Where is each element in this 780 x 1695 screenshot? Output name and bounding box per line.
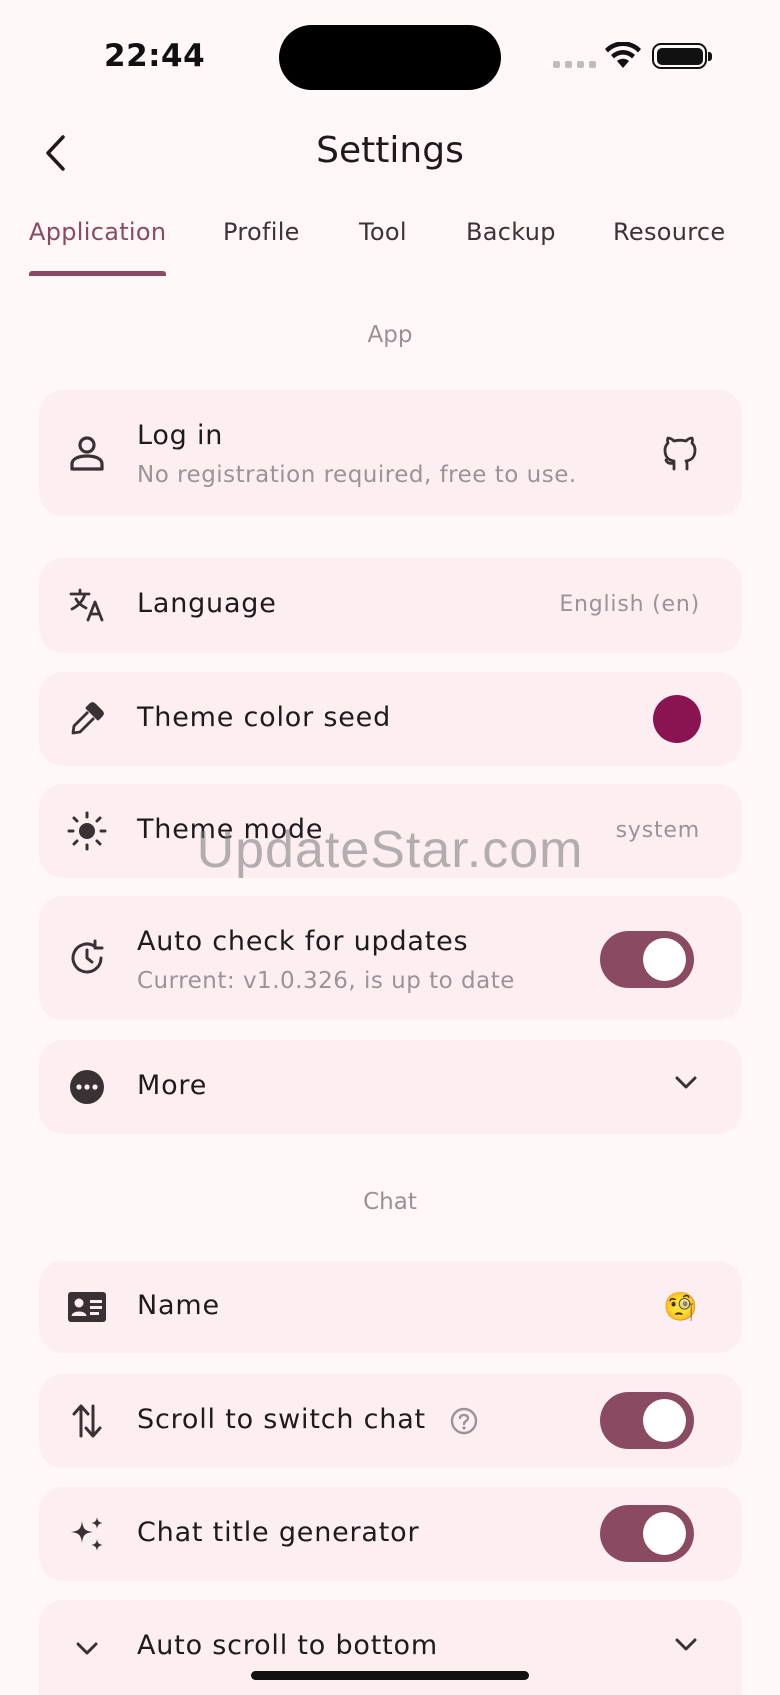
theme-mode-item[interactable]: Theme mode system bbox=[39, 784, 742, 878]
login-subtitle: No registration required, free to use. bbox=[137, 462, 577, 488]
theme-color-seed-label: Theme color seed bbox=[137, 702, 392, 733]
more-label: More bbox=[137, 1070, 208, 1101]
tab-bar: Application Profile Tool Backup Resource bbox=[0, 196, 780, 278]
app-bar: Settings bbox=[0, 110, 780, 196]
name-emoji: 🧐 bbox=[663, 1290, 698, 1323]
github-icon[interactable] bbox=[662, 433, 698, 473]
auto-update-subtitle: Current: v1.0.326, is up to date bbox=[137, 968, 515, 994]
tab-backup[interactable]: Backup bbox=[466, 218, 556, 246]
translate-icon bbox=[67, 585, 107, 625]
status-bar: 22:44 bbox=[0, 0, 780, 110]
auto-scroll-label: Auto scroll to bottom bbox=[137, 1630, 438, 1661]
theme-mode-value: system bbox=[615, 818, 700, 843]
section-header-app: App bbox=[367, 322, 413, 348]
auto-update-item: Auto check for updates Current: v1.0.326… bbox=[39, 896, 742, 1020]
name-label: Name bbox=[137, 1290, 220, 1321]
toggle-knob bbox=[643, 1399, 686, 1442]
status-time: 22:44 bbox=[104, 38, 206, 74]
tab-tool[interactable]: Tool bbox=[359, 218, 407, 246]
title-generator-item: Chat title generator bbox=[39, 1487, 742, 1581]
name-item[interactable]: Name 🧐 bbox=[39, 1261, 742, 1353]
more-horizontal-icon bbox=[67, 1067, 107, 1107]
chevron-down-small-icon bbox=[67, 1628, 107, 1668]
auto-update-toggle[interactable] bbox=[600, 931, 694, 988]
help-icon[interactable] bbox=[450, 1407, 478, 1439]
page-title: Settings bbox=[316, 130, 464, 171]
language-label: Language bbox=[137, 588, 277, 619]
section-header-chat: Chat bbox=[363, 1189, 417, 1215]
chevron-down-icon[interactable] bbox=[674, 1636, 698, 1652]
color-picker-icon bbox=[67, 699, 107, 739]
swap-vertical-icon bbox=[67, 1401, 107, 1441]
id-card-icon bbox=[67, 1287, 107, 1327]
auto-update-label: Auto check for updates bbox=[137, 926, 469, 957]
update-history-icon bbox=[67, 938, 107, 978]
auto-scroll-item[interactable]: Auto scroll to bottom bbox=[39, 1600, 742, 1695]
scroll-switch-item: Scroll to switch chat bbox=[39, 1374, 742, 1468]
theme-color-seed-item[interactable]: Theme color seed bbox=[39, 672, 742, 766]
tab-indicator bbox=[29, 271, 166, 276]
person-icon bbox=[67, 433, 107, 473]
toggle-knob bbox=[643, 1512, 686, 1555]
tab-application[interactable]: Application bbox=[29, 218, 166, 246]
tab-resource[interactable]: Resource bbox=[613, 218, 725, 246]
scroll-switch-label: Scroll to switch chat bbox=[137, 1404, 426, 1435]
theme-color-swatch[interactable] bbox=[653, 695, 701, 743]
scroll-switch-toggle[interactable] bbox=[600, 1392, 694, 1449]
theme-mode-label: Theme mode bbox=[137, 814, 324, 845]
toggle-knob bbox=[643, 938, 686, 981]
sparkles-icon bbox=[67, 1514, 107, 1554]
home-indicator[interactable] bbox=[251, 1671, 529, 1680]
sun-icon bbox=[67, 811, 107, 851]
tab-profile[interactable]: Profile bbox=[223, 218, 300, 246]
chevron-down-icon[interactable] bbox=[674, 1074, 698, 1090]
title-generator-toggle[interactable] bbox=[600, 1505, 694, 1562]
dynamic-island bbox=[279, 25, 501, 90]
language-value: English (en) bbox=[559, 592, 700, 617]
title-generator-label: Chat title generator bbox=[137, 1517, 420, 1548]
battery-icon bbox=[652, 43, 712, 69]
login-item[interactable]: Log in No registration required, free to… bbox=[39, 390, 742, 516]
login-label: Log in bbox=[137, 420, 224, 451]
language-item[interactable]: Language English (en) bbox=[39, 558, 742, 653]
more-item[interactable]: More bbox=[39, 1040, 742, 1134]
wifi-icon bbox=[605, 42, 641, 68]
cellular-signal-icon bbox=[553, 61, 596, 68]
